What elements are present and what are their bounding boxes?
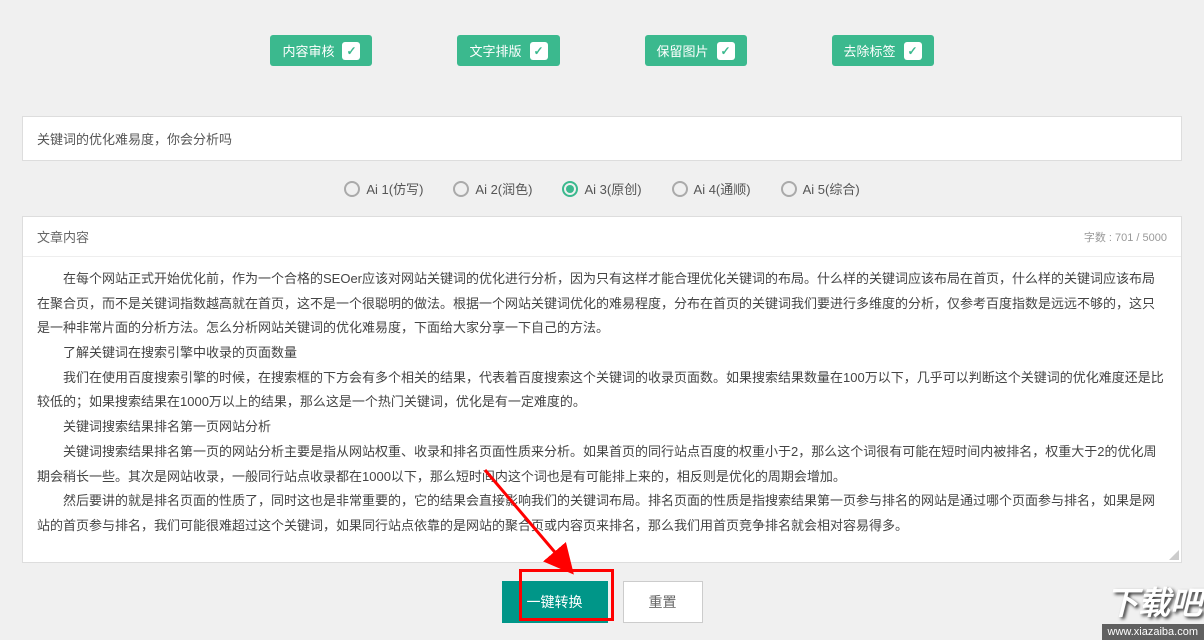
reset-button[interactable]: 重置	[623, 581, 703, 623]
radio-label: Ai 3(原创)	[584, 179, 641, 198]
radio-icon	[562, 181, 578, 197]
content-paragraph: 关键词搜索结果排名第一页网站分析	[37, 415, 1167, 440]
content-paragraph: 在每个网站正式开始优化前，作为一个合格的SEOer应该对网站关键词的优化进行分析…	[37, 267, 1167, 341]
checkmark-icon: ✓	[717, 42, 735, 60]
option-remove-tags[interactable]: 去除标签 ✓	[832, 35, 934, 66]
checkmark-icon: ✓	[904, 42, 922, 60]
radio-label: Ai 4(通顺)	[694, 179, 751, 198]
option-text-layout[interactable]: 文字排版 ✓	[457, 35, 559, 66]
content-paragraph: 了解关键词在搜索引擎中收录的页面数量	[37, 341, 1167, 366]
radio-label: Ai 5(综合)	[803, 179, 860, 198]
title-input[interactable]: 关键词的优化难易度，你会分析吗	[22, 116, 1182, 161]
radio-icon	[781, 181, 797, 197]
word-count: 字数 : 701 / 5000	[1084, 229, 1167, 245]
checkmark-icon: ✓	[342, 42, 360, 60]
radio-icon	[453, 181, 469, 197]
radio-icon	[344, 181, 360, 197]
radio-label: Ai 1(仿写)	[366, 179, 423, 198]
radio-ai2[interactable]: Ai 2(润色)	[453, 179, 532, 198]
radio-icon	[672, 181, 688, 197]
content-paragraph: 关键词搜索结果排名第一页的网站分析主要是指从网站权重、收录和排名页面性质来分析。…	[37, 440, 1167, 489]
resize-handle-icon[interactable]	[1169, 550, 1179, 560]
watermark-logo: 下载吧	[1106, 578, 1202, 624]
content-header-label: 文章内容	[37, 227, 89, 246]
radio-label: Ai 2(润色)	[475, 179, 532, 198]
content-paragraph: 然后要讲的就是排名页面的性质了，同时这也是非常重要的，它的结果会直接影响我们的关…	[37, 489, 1167, 538]
radio-ai5[interactable]: Ai 5(综合)	[781, 179, 860, 198]
top-options-row: 内容审核 ✓ 文字排版 ✓ 保留图片 ✓ 去除标签 ✓	[0, 0, 1204, 116]
option-label: 去除标签	[844, 41, 896, 60]
button-row: 一键转换 重置	[22, 581, 1182, 623]
radio-ai1[interactable]: Ai 1(仿写)	[344, 179, 423, 198]
radio-ai3[interactable]: Ai 3(原创)	[562, 179, 641, 198]
content-box: 文章内容 字数 : 701 / 5000 在每个网站正式开始优化前，作为一个合格…	[22, 216, 1182, 563]
content-header: 文章内容 字数 : 701 / 5000	[23, 217, 1181, 257]
ai-mode-radio-row: Ai 1(仿写) Ai 2(润色) Ai 3(原创) Ai 4(通顺) Ai 5…	[22, 179, 1182, 198]
option-label: 保留图片	[657, 41, 709, 60]
radio-ai4[interactable]: Ai 4(通顺)	[672, 179, 751, 198]
content-textarea[interactable]: 在每个网站正式开始优化前，作为一个合格的SEOer应该对网站关键词的优化进行分析…	[23, 257, 1181, 562]
checkmark-icon: ✓	[530, 42, 548, 60]
option-content-review[interactable]: 内容审核 ✓	[270, 35, 372, 66]
option-keep-images[interactable]: 保留图片 ✓	[645, 35, 747, 66]
content-paragraph: 我们在使用百度搜索引擎的时候，在搜索框的下方会有多个相关的结果，代表着百度搜索这…	[37, 366, 1167, 415]
convert-button[interactable]: 一键转换	[502, 581, 608, 623]
watermark-url: www.xiazaiba.com	[1102, 624, 1204, 640]
option-label: 文字排版	[469, 41, 521, 60]
option-label: 内容审核	[282, 41, 334, 60]
